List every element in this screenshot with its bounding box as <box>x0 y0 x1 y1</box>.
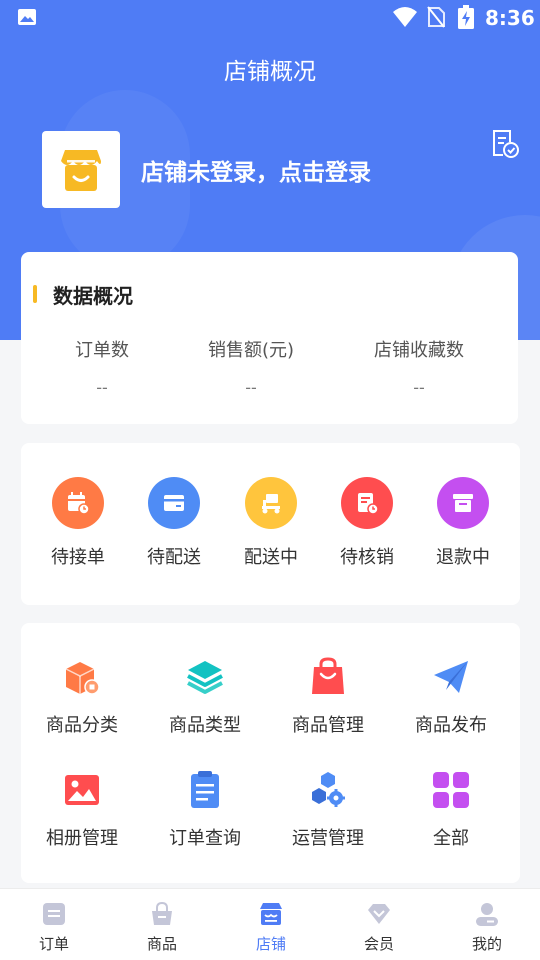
tab-label: 店铺 <box>255 935 286 953</box>
tool-label: 全部 <box>433 828 469 849</box>
layers-icon <box>187 661 223 694</box>
status-label: 配送中 <box>244 547 298 568</box>
goods-tab-icon <box>152 901 172 925</box>
stat-value: -- <box>245 378 257 397</box>
status-icon-circle <box>341 477 393 529</box>
status-pending-accept[interactable]: 待接单 <box>30 477 126 569</box>
status-icon-circle <box>52 477 104 529</box>
hexagon-gear-icon <box>312 772 345 807</box>
status-icon-circle <box>437 477 489 529</box>
scooter-icon <box>262 494 280 514</box>
status-label: 待接单 <box>51 547 105 568</box>
tool-goods-type[interactable]: 商品类型 <box>145 657 265 737</box>
tool-label: 商品管理 <box>292 715 364 736</box>
tool-label: 商品分类 <box>46 715 118 736</box>
order-tab-icon <box>43 903 65 925</box>
tool-album-manage[interactable]: 相册管理 <box>22 770 142 850</box>
tool-all[interactable]: 全部 <box>391 770 511 850</box>
tab-label: 会员 <box>363 935 394 953</box>
status-pending-delivery[interactable]: 待配送 <box>126 477 222 569</box>
tab-members[interactable]: 会员 <box>339 901 419 954</box>
store-logo[interactable] <box>42 131 120 208</box>
stat-label: 销售额(元) <box>207 340 295 361</box>
card-icon <box>164 495 184 511</box>
section-title-text: 数据概况 <box>53 283 133 308</box>
stat-order-count[interactable]: 订单数 -- <box>21 336 183 397</box>
box-icon <box>65 662 100 695</box>
document-clock-icon <box>358 493 379 515</box>
status-label: 待配送 <box>147 547 201 568</box>
bottom-tab-bar: 订单 商品 店铺 会员 我的 <box>0 888 540 960</box>
wifi-icon <box>393 7 417 27</box>
status-icon-circle <box>245 477 297 529</box>
status-refunding[interactable]: 退款中 <box>415 477 511 569</box>
section-title: 数据概况 <box>33 282 133 308</box>
tab-store[interactable]: 店铺 <box>231 901 311 954</box>
status-label: 待核销 <box>340 547 394 568</box>
status-label: 退款中 <box>436 547 490 568</box>
tool-label: 商品类型 <box>169 715 241 736</box>
grid-icon <box>433 772 469 808</box>
tool-operation-manage[interactable]: 运营管理 <box>268 770 388 850</box>
tab-label: 商品 <box>146 935 177 953</box>
no-sim-icon <box>427 6 445 28</box>
tool-goods-publish[interactable]: 商品发布 <box>391 657 511 737</box>
stat-label: 店铺收藏数 <box>374 340 464 361</box>
tool-goods-manage[interactable]: 商品管理 <box>268 657 388 737</box>
stat-value: -- <box>96 378 108 397</box>
stat-favorites[interactable]: 店铺收藏数 -- <box>339 336 499 397</box>
stat-label: 订单数 <box>75 340 129 361</box>
paper-plane-icon <box>434 661 468 693</box>
profile-tab-icon <box>476 903 498 926</box>
clock: 8:36 <box>485 6 535 30</box>
tab-profile[interactable]: 我的 <box>447 901 527 954</box>
store-icon <box>61 149 101 191</box>
shopping-bag-icon <box>312 657 344 694</box>
calendar-clock-icon <box>68 492 90 515</box>
status-icon-circle <box>148 477 200 529</box>
tool-goods-category[interactable]: 商品分类 <box>22 657 142 737</box>
status-pending-verify[interactable]: 待核销 <box>319 477 415 569</box>
tool-label: 相册管理 <box>46 828 118 849</box>
stat-sales-amount[interactable]: 销售额(元) -- <box>171 336 331 397</box>
tab-label: 订单 <box>38 935 69 953</box>
store-login-prompt[interactable]: 店铺未登录，点击登录 <box>141 153 371 187</box>
clipboard-icon <box>191 771 219 808</box>
battery-charging-icon <box>458 5 474 29</box>
store-tab-icon <box>260 903 282 925</box>
tab-goods[interactable]: 商品 <box>122 901 202 954</box>
tool-label: 商品发布 <box>415 715 487 736</box>
image-album-icon <box>65 775 99 805</box>
data-overview-card: 数据概况 订单数 -- 销售额(元) -- 店铺收藏数 -- <box>21 252 518 424</box>
status-bar: 8:36 <box>0 0 540 36</box>
tab-label: 我的 <box>471 935 502 953</box>
stat-value: -- <box>413 378 425 397</box>
tool-label: 运营管理 <box>292 828 364 849</box>
tools-card: 商品分类 商品类型 商品管理 商品发布 相册管理 订单查询 运营管理 全部 <box>21 623 520 883</box>
archive-box-icon <box>453 494 473 512</box>
status-delivering[interactable]: 配送中 <box>223 477 319 569</box>
title-accent-bar <box>33 285 37 303</box>
verify-document-icon[interactable] <box>490 129 520 159</box>
member-tab-icon <box>368 904 390 924</box>
image-icon <box>18 9 36 25</box>
tab-orders[interactable]: 订单 <box>14 901 94 954</box>
tool-label: 订单查询 <box>169 828 241 849</box>
order-status-card: 待接单 待配送 配送中 待核销 退款中 <box>21 443 520 605</box>
tool-order-query[interactable]: 订单查询 <box>145 770 265 850</box>
page-title: 店铺概况 <box>224 59 316 85</box>
